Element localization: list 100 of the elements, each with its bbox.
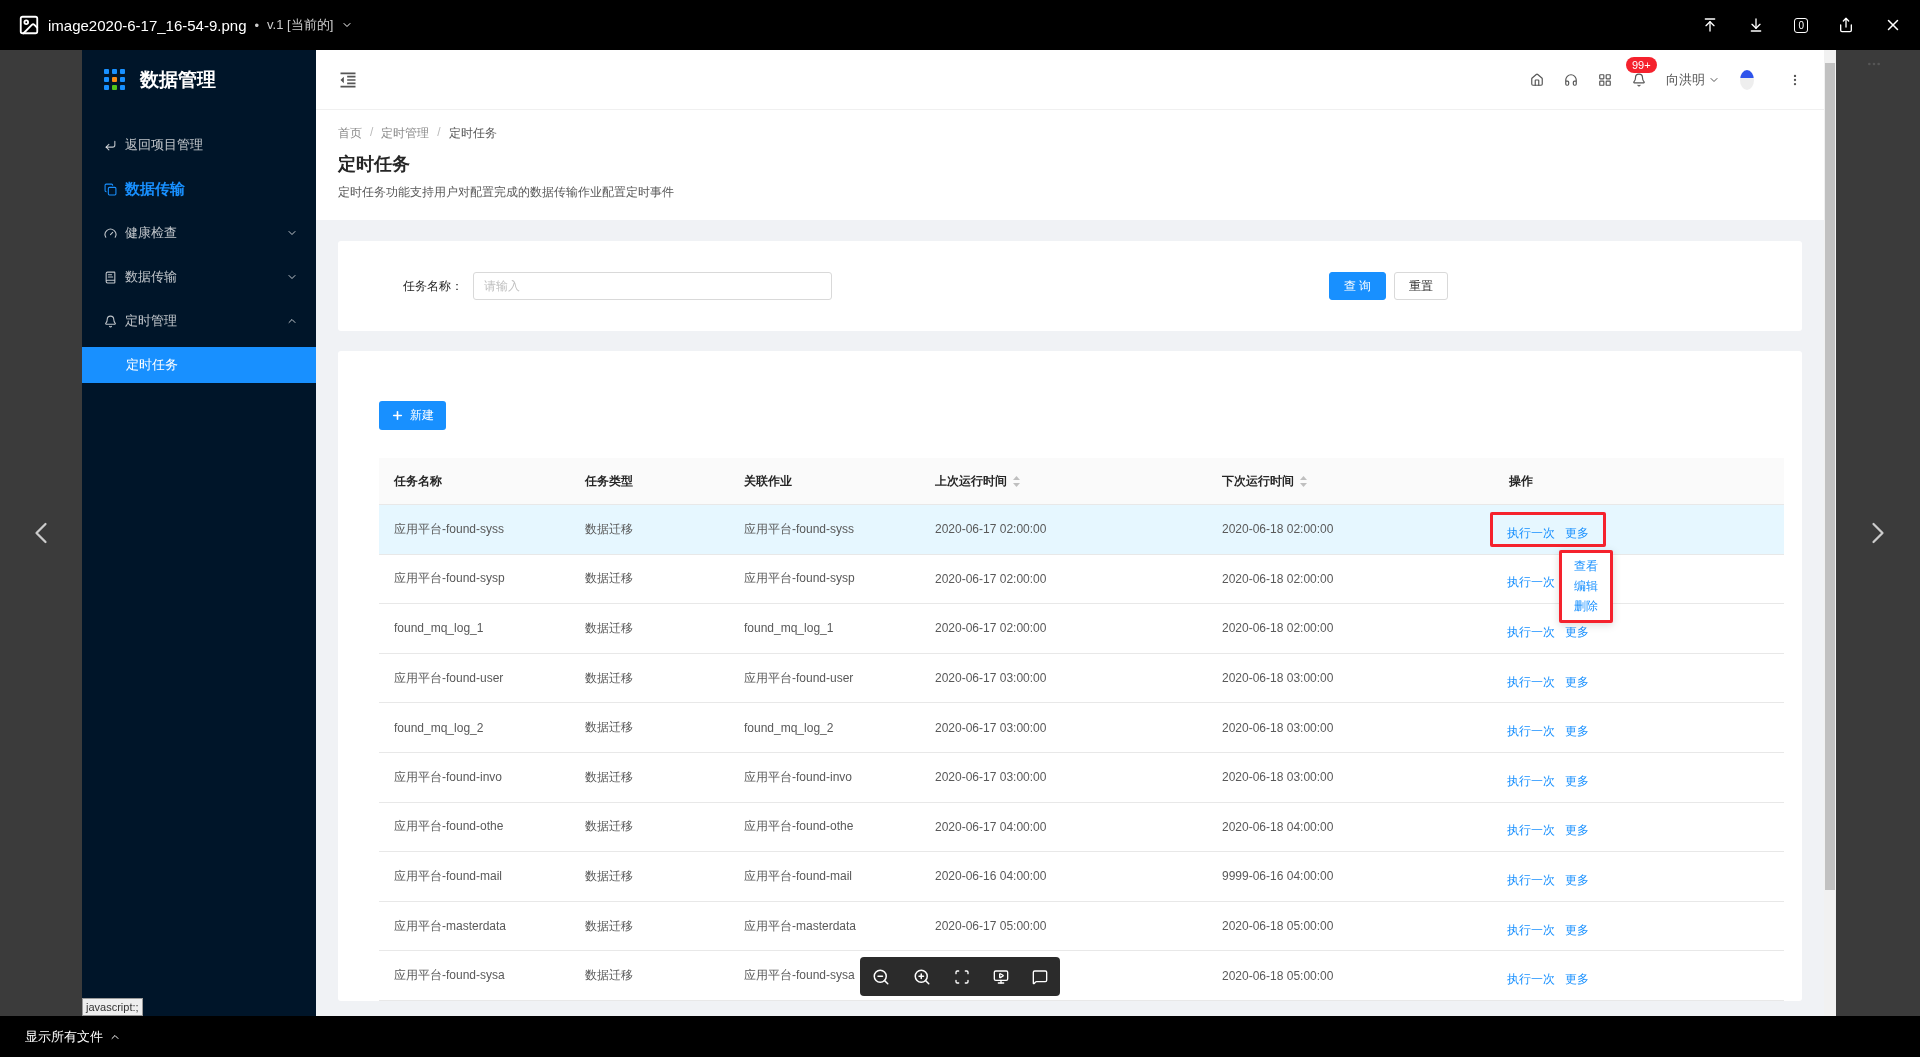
table-cell: 应用平台-found-sysa — [744, 967, 855, 985]
page-description: 定时任务功能支持用户对配置完成的数据传输作业配置定时事件 — [338, 184, 675, 201]
table-cell: 数据迁移 — [585, 917, 633, 935]
menu-item[interactable]: 编辑 — [1574, 577, 1598, 595]
grid-icon[interactable] — [1598, 72, 1612, 87]
table-cell: 数据迁移 — [585, 570, 633, 588]
action-link[interactable]: 更多 — [1565, 624, 1589, 641]
action-link[interactable]: 更多 — [1565, 524, 1589, 542]
show-all-files-button[interactable]: 显示所有文件 — [25, 1027, 103, 1046]
table-cell: 应用平台-found-sysp — [394, 570, 505, 588]
page-title: 定时任务 — [338, 153, 411, 176]
sidebar-item[interactable]: 数据传输 — [82, 167, 316, 211]
query-button[interactable]: 查 询 — [1329, 272, 1387, 300]
table-cell: found_mq_log_2 — [744, 720, 834, 735]
action-link[interactable]: 执行一次 — [1507, 624, 1555, 641]
column-header[interactable]: 上次运行时间 — [935, 472, 1020, 490]
plus-icon — [391, 409, 404, 422]
table-cell: 应用平台-found-invo — [394, 768, 503, 786]
breadcrumb-separator: / — [437, 125, 441, 141]
table-cell: 应用平台-found-sysp — [744, 570, 855, 588]
table-cell: 应用平台-found-othe — [394, 818, 504, 836]
column-header: 操作 — [1509, 472, 1533, 490]
comment-count[interactable]: 0 — [1794, 17, 1808, 33]
zoom-in-icon[interactable] — [912, 967, 931, 986]
sidebar-subitem[interactable]: 定时任务 — [82, 347, 316, 383]
comment-icon[interactable] — [1032, 968, 1049, 985]
action-link[interactable]: 执行一次 — [1507, 772, 1555, 790]
table-cell: found_mq_log_1 — [394, 621, 484, 636]
table-cell: 应用平台-found-mail — [394, 867, 503, 885]
action-link[interactable]: 更多 — [1565, 921, 1589, 939]
new-button[interactable]: 新建 — [379, 401, 446, 430]
action-link[interactable]: 执行一次 — [1507, 673, 1555, 691]
table-cell: found_mq_log_2 — [394, 720, 484, 735]
table-cell: 2020-06-18 03:00:00 — [1222, 671, 1334, 686]
menu-item[interactable]: 删除 — [1574, 597, 1598, 615]
headset-icon[interactable] — [1564, 72, 1578, 87]
table-cell: 2020-06-18 02:00:00 — [1222, 621, 1334, 636]
action-link[interactable]: 更多 — [1565, 772, 1589, 790]
logo-icon — [104, 69, 126, 91]
zoom-out-icon[interactable] — [871, 967, 890, 986]
action-link[interactable]: 执行一次 — [1507, 574, 1555, 592]
action-link[interactable]: 执行一次 — [1507, 921, 1555, 939]
table-cell: 2020-06-17 02:00:00 — [935, 571, 1047, 586]
sidebar-item[interactable]: 健康检查 — [82, 211, 316, 255]
table-cell: 应用平台-found-syss — [744, 520, 855, 538]
menu-item[interactable]: 查看 — [1574, 557, 1598, 575]
breadcrumb-separator: / — [370, 125, 374, 141]
table-cell: 2020-06-18 03:00:00 — [1222, 720, 1334, 735]
table-cell: 应用平台-masterdata — [744, 917, 857, 935]
table-cell: 应用平台-found-user — [744, 669, 854, 687]
image-icon — [18, 14, 40, 36]
sidebar-item[interactable]: 返回项目管理 — [82, 123, 316, 167]
table-cell: 应用平台-found-user — [394, 669, 504, 687]
field-label: 任务名称： — [403, 277, 464, 295]
return-icon — [104, 138, 117, 152]
brand-title: 数据管理 — [140, 68, 216, 92]
breadcrumb-item[interactable]: 定时管理 — [381, 125, 430, 142]
action-link[interactable]: 执行一次 — [1507, 524, 1555, 542]
action-link[interactable]: 更多 — [1565, 822, 1589, 840]
breadcrumb-item: 定时任务 — [448, 125, 497, 142]
table-cell: 2020-06-18 05:00:00 — [1222, 919, 1334, 934]
action-link[interactable]: 更多 — [1565, 871, 1589, 889]
separator-dot: • — [254, 17, 260, 33]
scrollbar[interactable] — [1824, 50, 1836, 1016]
action-link[interactable]: 执行一次 — [1507, 871, 1555, 889]
gauge-icon — [104, 226, 117, 240]
table-cell: 2020-06-17 04:00:00 — [935, 819, 1047, 834]
table-cell: 数据迁移 — [585, 620, 633, 637]
column-header: 任务名称 — [394, 472, 442, 490]
table-cell: found_mq_log_1 — [744, 621, 834, 636]
table-cell: 数据迁移 — [585, 967, 633, 985]
action-link[interactable]: 更多 — [1565, 971, 1589, 989]
action-link[interactable]: 执行一次 — [1507, 971, 1555, 989]
sidebar-item[interactable]: 定时管理 — [82, 299, 316, 343]
share-icon[interactable] — [1838, 17, 1854, 33]
avatar[interactable] — [1740, 69, 1754, 90]
home-icon[interactable] — [1530, 72, 1544, 87]
fit-screen-icon[interactable] — [953, 968, 970, 985]
action-link[interactable]: 执行一次 — [1507, 822, 1555, 840]
table-cell: 2020-06-17 03:00:00 — [935, 671, 1047, 686]
action-link[interactable]: 更多 — [1565, 673, 1589, 691]
table-cell: 应用平台-found-mail — [744, 867, 853, 885]
file-name: image2020-6-17_16-54-9.png — [48, 16, 247, 34]
version-label[interactable]: v.1 [当前的] — [267, 16, 334, 34]
table-cell: 2020-06-18 05:00:00 — [1222, 968, 1334, 983]
bell-icon[interactable] — [1632, 72, 1646, 87]
table-cell: 数据迁移 — [585, 768, 633, 786]
slideshow-icon[interactable] — [993, 968, 1010, 985]
column-header[interactable]: 下次运行时间 — [1222, 472, 1307, 490]
reset-button[interactable]: 重置 — [1394, 272, 1449, 300]
table-cell: 数据迁移 — [585, 669, 633, 687]
sidebar-item[interactable]: 数据传输 — [82, 255, 316, 299]
search-field[interactable]: 请输入 — [473, 272, 832, 300]
action-link[interactable]: 更多 — [1565, 723, 1589, 741]
breadcrumb-item[interactable]: 首页 — [338, 125, 362, 142]
user-menu[interactable]: 向洪明 — [1666, 70, 1720, 89]
table-cell: 数据迁移 — [585, 818, 633, 836]
table-cell: 应用平台-found-othe — [744, 818, 854, 836]
action-link[interactable]: 执行一次 — [1507, 723, 1555, 741]
bell-icon — [104, 314, 117, 328]
